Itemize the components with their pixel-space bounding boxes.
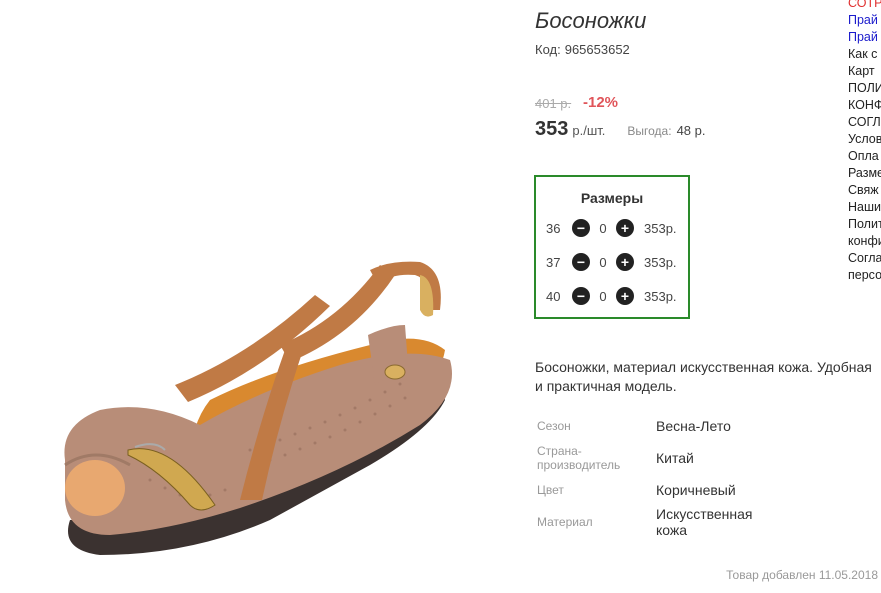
- side-link[interactable]: Разме: [848, 165, 881, 182]
- side-link[interactable]: персо: [848, 267, 881, 284]
- attribute-row: Материал Искусственная кожа: [537, 506, 766, 538]
- increase-quantity-button[interactable]: +: [616, 253, 634, 271]
- side-link[interactable]: Полит: [848, 216, 881, 233]
- sizes-title: Размеры: [580, 190, 644, 206]
- minus-icon: −: [576, 220, 586, 236]
- attribute-label: Материал: [537, 515, 593, 529]
- size-price: 353р.: [644, 254, 677, 270]
- quantity-value: 0: [599, 254, 607, 270]
- side-link[interactable]: Услов: [848, 131, 881, 148]
- attribute-label: Сезон: [537, 419, 571, 433]
- benefit-value: 48 р.: [676, 123, 706, 138]
- size-row: 37 − 0 + 353р.: [546, 252, 677, 272]
- side-link[interactable]: Карт: [848, 63, 881, 80]
- side-link[interactable]: Согла: [848, 250, 881, 267]
- size-price: 353р.: [644, 220, 677, 236]
- product-code: Код: 965653652: [535, 42, 630, 57]
- size-row: 40 − 0 + 353р.: [546, 286, 677, 306]
- old-price: 401 р.: [535, 96, 572, 111]
- attribute-row: Цвет Коричневый: [537, 482, 736, 498]
- side-link[interactable]: КОНФ: [848, 97, 881, 114]
- product-title: Босоножки: [535, 8, 647, 33]
- attribute-value: Коричневый: [656, 482, 736, 498]
- product-image: [64, 261, 452, 555]
- price-unit: р./шт.: [572, 123, 606, 138]
- minus-icon: −: [576, 254, 586, 270]
- side-link[interactable]: Наши: [848, 199, 881, 216]
- added-date: Товар добавлен 11.05.2018: [726, 568, 878, 582]
- size-number: 36: [546, 220, 561, 236]
- plus-icon: +: [620, 254, 630, 270]
- side-link[interactable]: Прай: [848, 12, 881, 29]
- decrease-quantity-button[interactable]: −: [572, 253, 590, 271]
- attribute-label: Страна-производитель: [537, 444, 621, 472]
- discount-badge: -12%: [583, 94, 619, 111]
- side-link[interactable]: СОТР: [848, 0, 881, 12]
- size-number: 37: [546, 254, 561, 270]
- side-link[interactable]: ПОЛИ: [848, 80, 881, 97]
- attribute-label: Цвет: [537, 483, 564, 497]
- price-row: 353 р./шт. Выгода: 48 р.: [535, 118, 705, 141]
- plus-icon: +: [620, 288, 630, 304]
- current-price: 353: [535, 118, 569, 140]
- product-description: Босоножки, материал искусственная кожа. …: [535, 359, 872, 394]
- sizes-box: Размеры 36 − 0 + 353р. 37 − 0 + 353р. 40…: [534, 175, 690, 319]
- attribute-value: Искусственная кожа: [656, 506, 753, 538]
- product-code-label: Код:: [535, 42, 561, 57]
- side-link[interactable]: СОГЛ: [848, 114, 881, 131]
- attribute-value: Весна-Лето: [656, 418, 731, 434]
- size-row: 36 − 0 + 353р.: [546, 218, 677, 238]
- decrease-quantity-button[interactable]: −: [572, 287, 590, 305]
- quantity-value: 0: [599, 220, 607, 236]
- side-link[interactable]: Прай: [848, 29, 881, 46]
- side-link[interactable]: Как с: [848, 46, 881, 63]
- quantity-value: 0: [599, 288, 607, 304]
- side-links: СОТР Прай Прай Как с Карт ПОЛИ КОНФ СОГЛ…: [848, 0, 881, 284]
- product-code-value: 965653652: [564, 42, 630, 57]
- side-link[interactable]: конфи: [848, 233, 881, 250]
- decrease-quantity-button[interactable]: −: [572, 219, 590, 237]
- plus-icon: +: [620, 220, 630, 236]
- side-link[interactable]: Свяж: [848, 182, 881, 199]
- size-number: 40: [546, 288, 561, 304]
- minus-icon: −: [576, 288, 586, 304]
- size-price: 353р.: [644, 288, 677, 304]
- attribute-row: Страна-производитель Китай: [537, 444, 694, 472]
- benefit-label: Выгода:: [627, 124, 672, 138]
- attribute-value: Китай: [656, 450, 694, 466]
- increase-quantity-button[interactable]: +: [616, 219, 634, 237]
- side-link[interactable]: Опла: [848, 148, 881, 165]
- increase-quantity-button[interactable]: +: [616, 287, 634, 305]
- attribute-row: Сезон Весна-Лето: [537, 418, 731, 434]
